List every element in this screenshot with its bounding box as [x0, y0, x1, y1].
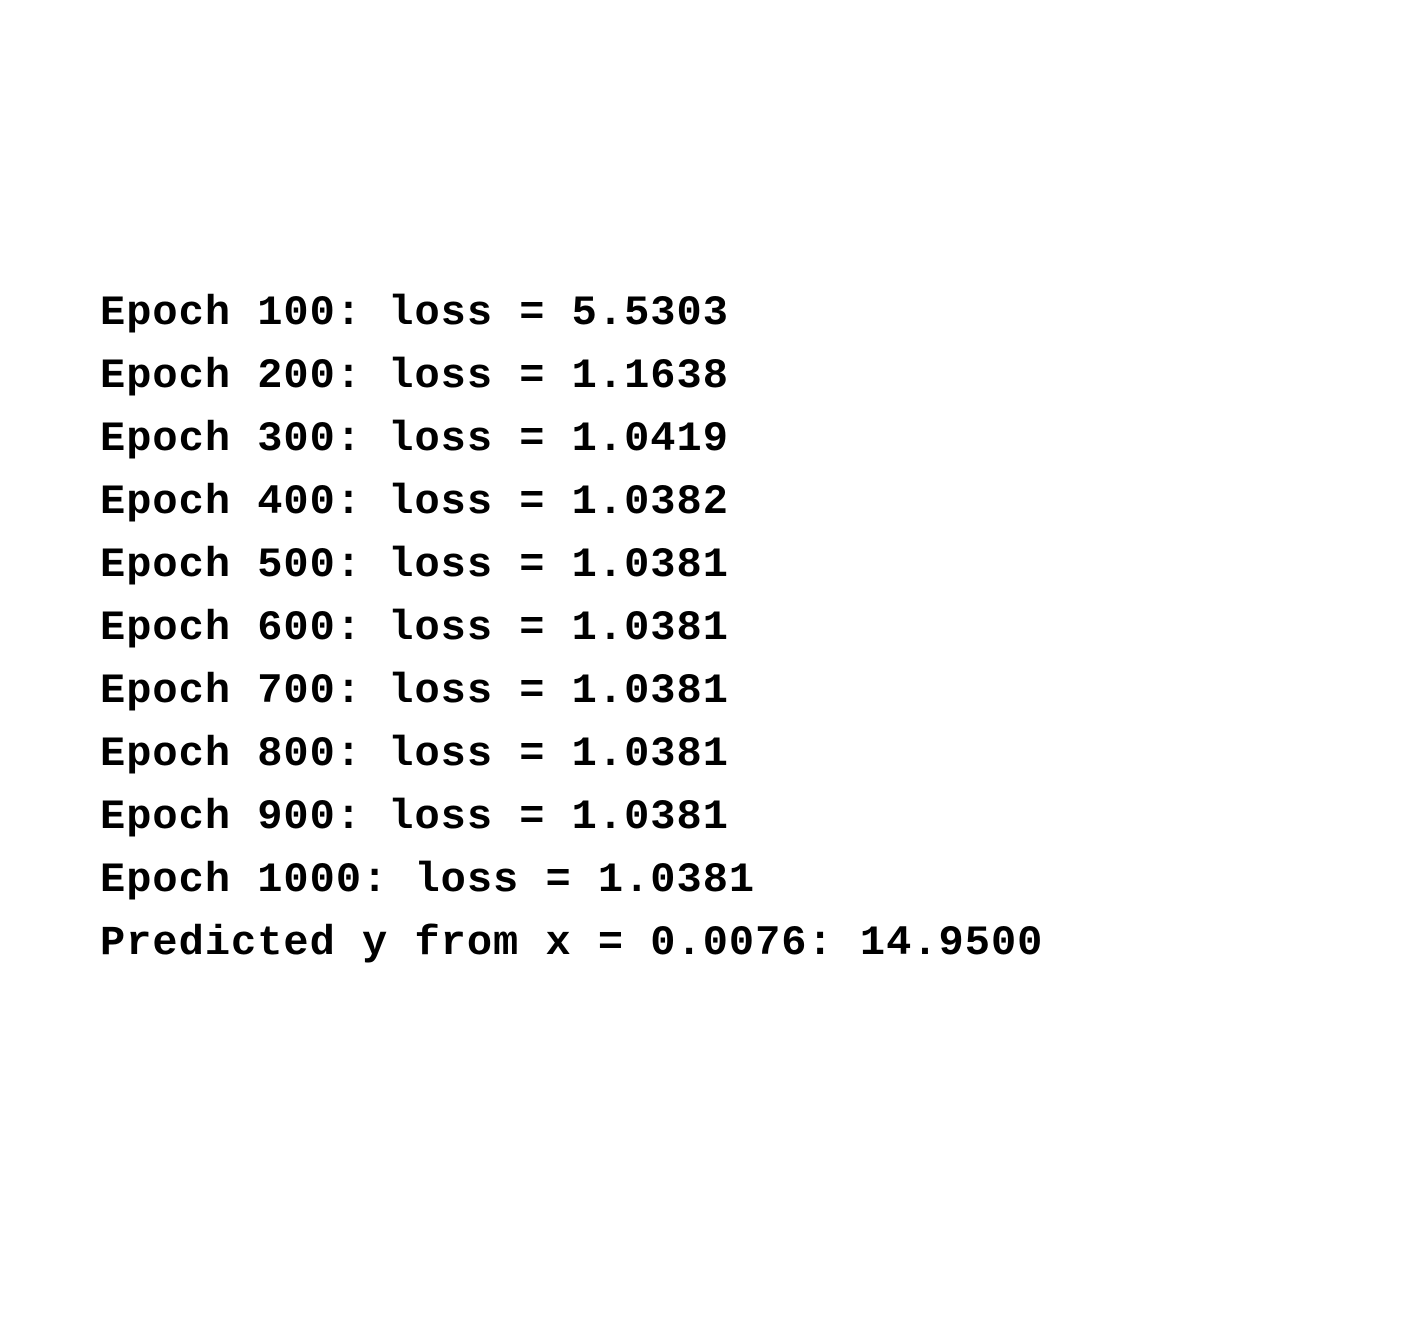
epoch-line: Epoch 400: loss = 1.0382 [100, 471, 1325, 534]
prediction-line: Predicted y from x = 0.0076: 14.9500 [100, 912, 1325, 975]
epoch-line: Epoch 900: loss = 1.0381 [100, 786, 1325, 849]
epoch-line: Epoch 700: loss = 1.0381 [100, 660, 1325, 723]
epoch-line: Epoch 1000: loss = 1.0381 [100, 849, 1325, 912]
epoch-line: Epoch 800: loss = 1.0381 [100, 723, 1325, 786]
epoch-line: Epoch 300: loss = 1.0419 [100, 408, 1325, 471]
epoch-line: Epoch 200: loss = 1.1638 [100, 345, 1325, 408]
epoch-line: Epoch 500: loss = 1.0381 [100, 534, 1325, 597]
epoch-line: Epoch 600: loss = 1.0381 [100, 597, 1325, 660]
terminal-output: Epoch 100: loss = 5.5303Epoch 200: loss … [100, 282, 1325, 975]
epoch-line: Epoch 100: loss = 5.5303 [100, 282, 1325, 345]
